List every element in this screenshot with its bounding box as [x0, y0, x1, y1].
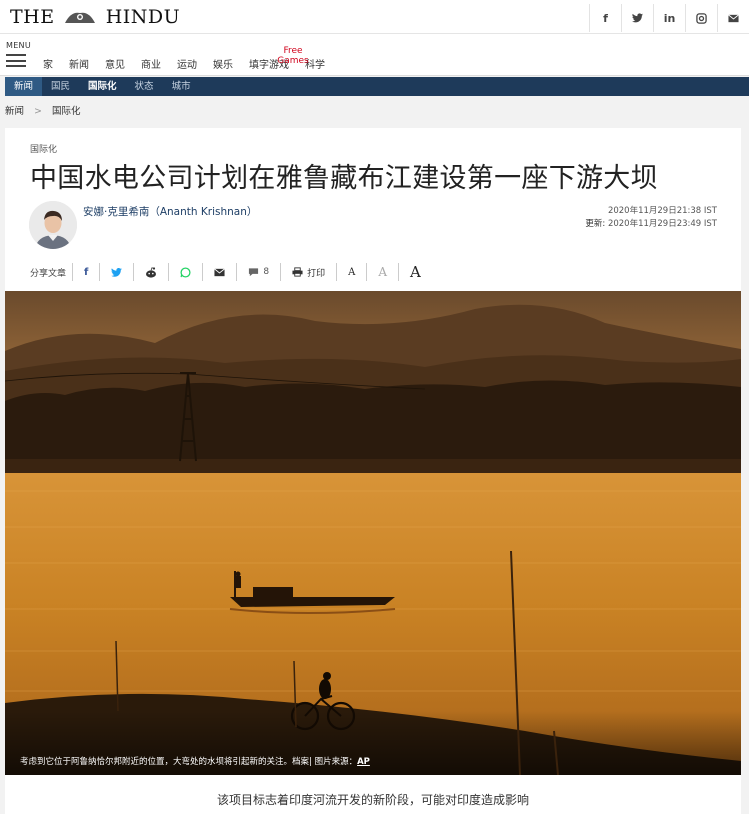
section-news[interactable]: 新闻: [5, 77, 43, 96]
section-cities[interactable]: 城市: [163, 77, 200, 96]
nav-link-opinion[interactable]: 意见: [105, 56, 125, 71]
updated-row: 更新: 2020年11月29日23:49 IST: [585, 218, 717, 231]
site-header: THE HINDU f in: [0, 0, 749, 34]
article-card: 国际化 中国水电公司计划在雅鲁藏布江建设第一座下游大坝 安娜·克里希南（Anan…: [5, 128, 741, 814]
caption-text: 考虑到它位于阿鲁纳恰尔邦附近的位置，大弯处的水坝将引起新的关注。档案| 图片来源…: [20, 757, 358, 767]
logo-text-the: THE: [10, 6, 55, 28]
updated-label: 更新:: [585, 219, 606, 229]
linkedin-icon[interactable]: in: [653, 4, 685, 32]
published-date: 2020年11月29日21:38 IST: [607, 206, 717, 216]
font-size-medium-button[interactable]: A: [366, 263, 398, 281]
mail-icon[interactable]: [717, 4, 749, 32]
section-states[interactable]: 状态: [126, 77, 163, 96]
section-bar: 新闻 国民 国际化 状态 城市: [5, 77, 749, 96]
twitter-icon[interactable]: [621, 4, 653, 32]
logo-crest-icon: [65, 12, 96, 23]
font-size-small-button[interactable]: A: [336, 263, 366, 281]
breadcrumb-separator: >: [34, 106, 43, 117]
article-standfirst: 该项目标志着印度河流开发的新阶段，可能对印度造成影响: [216, 793, 529, 807]
breadcrumb: 新闻 > 国际化: [5, 103, 81, 117]
nav-link-entertainment[interactable]: 娱乐: [213, 56, 233, 71]
nav-link-home[interactable]: 家: [43, 56, 53, 71]
comment-icon: [249, 268, 259, 277]
article-hero-image: 考虑到它位于阿鲁纳恰尔邦附近的位置，大弯处的水坝将引起新的关注。档案| 图片来源…: [5, 291, 741, 775]
comments-button[interactable]: 8: [236, 263, 280, 281]
print-label: 打印: [307, 268, 326, 279]
article-headline: 中国水电公司计划在雅鲁藏布江建设第一座下游大坝: [30, 163, 658, 194]
share-facebook-icon[interactable]: f: [72, 263, 99, 281]
share-twitter-icon[interactable]: [99, 263, 133, 281]
nav-link-news[interactable]: 新闻: [69, 56, 89, 71]
comments-count: 8: [263, 267, 270, 277]
author-avatar[interactable]: [29, 201, 77, 249]
print-icon: [292, 267, 303, 277]
nav-link-sport[interactable]: 运动: [177, 56, 197, 71]
font-size-large-button[interactable]: A: [398, 263, 432, 281]
share-whatsapp-icon[interactable]: [168, 263, 202, 281]
share-email-icon[interactable]: [202, 263, 236, 281]
site-logo[interactable]: THE HINDU: [10, 6, 180, 28]
nav-link-business[interactable]: 商业: [141, 56, 161, 71]
main-nav: MENU 家 新闻 意见 商业 运动 娱乐 填字游戏 科学 Free Games: [0, 34, 749, 76]
share-reddit-icon[interactable]: [133, 263, 168, 281]
logo-text-hindu: HINDU: [105, 6, 181, 28]
free-games-ad-link[interactable]: Free Games: [276, 46, 310, 66]
instagram-icon[interactable]: [685, 4, 717, 32]
section-national[interactable]: 国民: [42, 77, 79, 96]
updated-date: 2020年11月29日23:49 IST: [607, 219, 717, 229]
social-links: f in: [589, 4, 749, 32]
share-label: 分享文章: [30, 268, 67, 279]
section-international[interactable]: 国际化: [79, 77, 126, 96]
menu-label: MENU: [6, 41, 31, 50]
author-name-link[interactable]: 安娜·克里希南（Ananth Krishnan）: [83, 204, 257, 219]
image-caption: 考虑到它位于阿鲁纳恰尔邦附近的位置，大弯处的水坝将引起新的关注。档案| 图片来源…: [20, 755, 370, 767]
facebook-icon[interactable]: f: [589, 4, 621, 32]
breadcrumb-home[interactable]: 新闻: [5, 106, 24, 117]
article-kicker[interactable]: 国际化: [30, 142, 57, 155]
article-dates: 2020年11月29日21:38 IST 更新: 2020年11月29日23:4…: [585, 205, 717, 231]
caption-source-link[interactable]: AP: [357, 757, 370, 767]
hamburger-menu-icon[interactable]: [6, 54, 26, 67]
print-button[interactable]: 打印: [280, 263, 336, 281]
share-toolbar: 分享文章 f 8 打印 A A A: [30, 261, 432, 283]
breadcrumb-current[interactable]: 国际化: [52, 106, 81, 117]
